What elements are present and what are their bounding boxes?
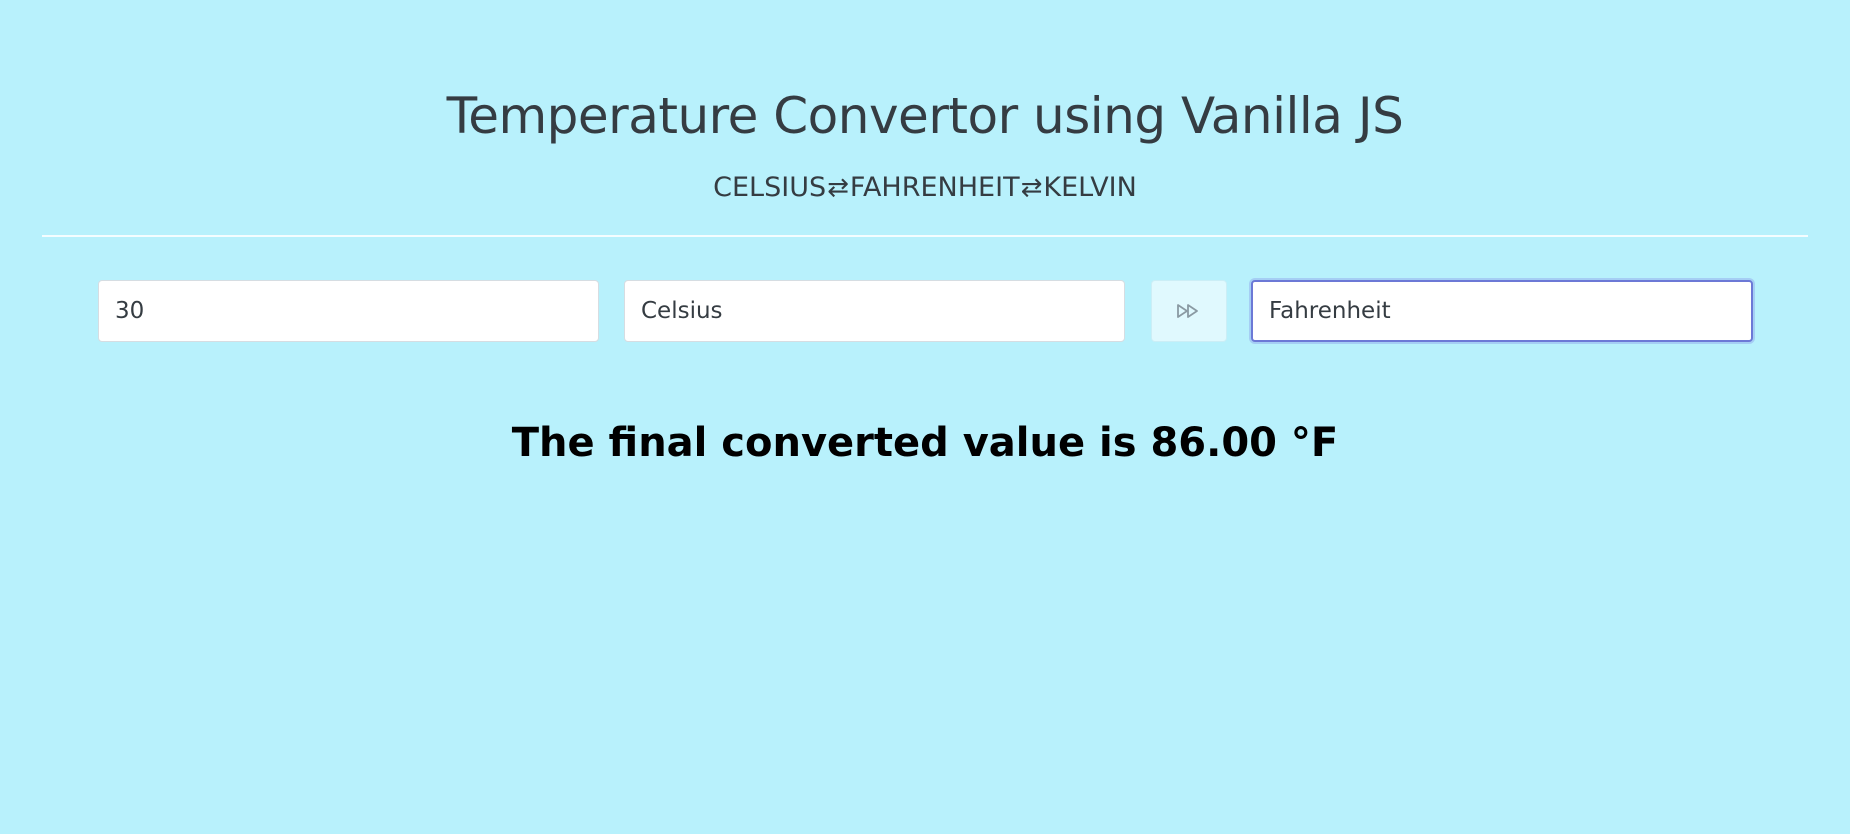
swap-arrows-icon: ⇄	[827, 173, 849, 203]
convert-button[interactable]	[1151, 280, 1227, 342]
to-unit-select[interactable]	[1251, 280, 1753, 342]
header-divider	[42, 235, 1808, 237]
page-title: Temperature Convertor using Vanilla JS	[446, 87, 1404, 145]
unit-celsius-label: CELSIUS	[713, 172, 827, 203]
fast-forward-icon	[1177, 304, 1198, 318]
unit-kelvin-label: KELVIN	[1043, 172, 1137, 203]
unit-subtitle: CELSIUS⇄FAHRENHEIT⇄KELVIN	[0, 170, 1850, 206]
from-unit-select[interactable]	[624, 280, 1125, 342]
converted-result: The final converted value is 86.00 °F	[511, 420, 1339, 466]
temperature-value-input[interactable]	[98, 280, 599, 342]
unit-fahrenheit-label: FAHRENHEIT	[849, 172, 1020, 203]
swap-arrows-icon: ⇄	[1020, 173, 1043, 203]
